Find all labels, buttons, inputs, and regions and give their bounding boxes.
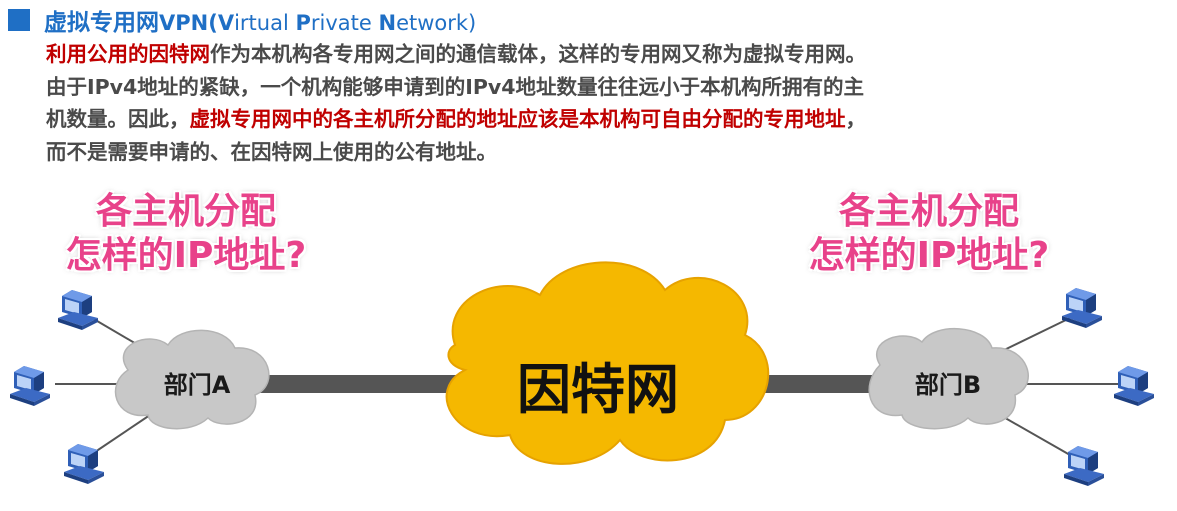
question-left: 各主机分配 怎样的IP地址? (62, 190, 310, 278)
dept-b-host-1 (1062, 288, 1102, 328)
dept-a-host-2 (10, 366, 50, 406)
question-right: 各主机分配 怎样的IP地址? (805, 190, 1053, 278)
link-dept-a-internet (255, 375, 480, 393)
dept-b-label: 部门B (915, 371, 981, 399)
question-left-line-2: 怎样的IP地址? (65, 235, 307, 276)
dept-b-host-2 (1114, 366, 1154, 406)
dept-b-host-3 (1064, 446, 1104, 486)
dept-a-label: 部门A (164, 371, 231, 399)
question-right-line-1: 各主机分配 (838, 191, 1019, 232)
dept-a-host-1 (58, 290, 98, 330)
question-left-line-1: 各主机分配 (95, 191, 276, 232)
question-right-line-2: 怎样的IP地址? (808, 235, 1050, 276)
internet-label: 因特网 (517, 358, 679, 421)
dept-a-host-3 (64, 444, 104, 484)
